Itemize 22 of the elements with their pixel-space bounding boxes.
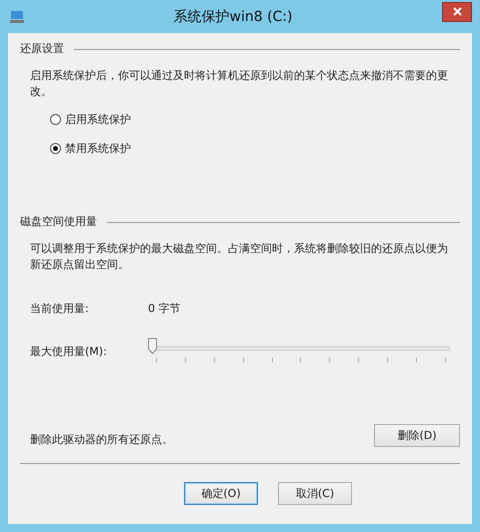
current-usage-value: 0 字节	[148, 301, 180, 316]
radio-option[interactable]: 启用系统保护	[50, 112, 460, 127]
window-title: 系统保护win8 (C:)	[172, 8, 294, 26]
dialog-button[interactable]: 取消(C)	[278, 482, 352, 505]
radio-button[interactable]	[50, 143, 61, 154]
app-icon	[10, 10, 24, 24]
max-usage-label: 最大使用量(M):	[30, 344, 108, 358]
close-button[interactable]	[442, 2, 472, 22]
dialog-button[interactable]: 确定(O)	[184, 482, 258, 505]
description-text: 启用系统保护后，你可以通过及时将计算机还原到以前的某个状态点来撤消不需要的更改。	[30, 68, 449, 100]
slider-thumb[interactable]	[148, 338, 157, 354]
current-usage-label: 当前使用量:	[30, 301, 90, 316]
section-heading: 还原设置	[20, 41, 64, 56]
delete-description: 删除此驱动器的所有还原点。	[30, 432, 173, 447]
radio-label: 启用系统保护	[65, 112, 131, 127]
delete-button[interactable]: 删除(D)	[374, 424, 460, 447]
description-text: 可以调整用于系统保护的最大磁盘空间。占满空间时，系统将删除较旧的还原点以便为新还原点留出空间。	[30, 241, 449, 273]
radio-option[interactable]: 禁用系统保护	[50, 141, 460, 156]
close-icon	[452, 7, 462, 16]
section-heading: 磁盘空间使用量	[20, 214, 97, 229]
radio-button[interactable]	[50, 114, 61, 125]
radio-label: 禁用系统保护	[65, 141, 131, 156]
